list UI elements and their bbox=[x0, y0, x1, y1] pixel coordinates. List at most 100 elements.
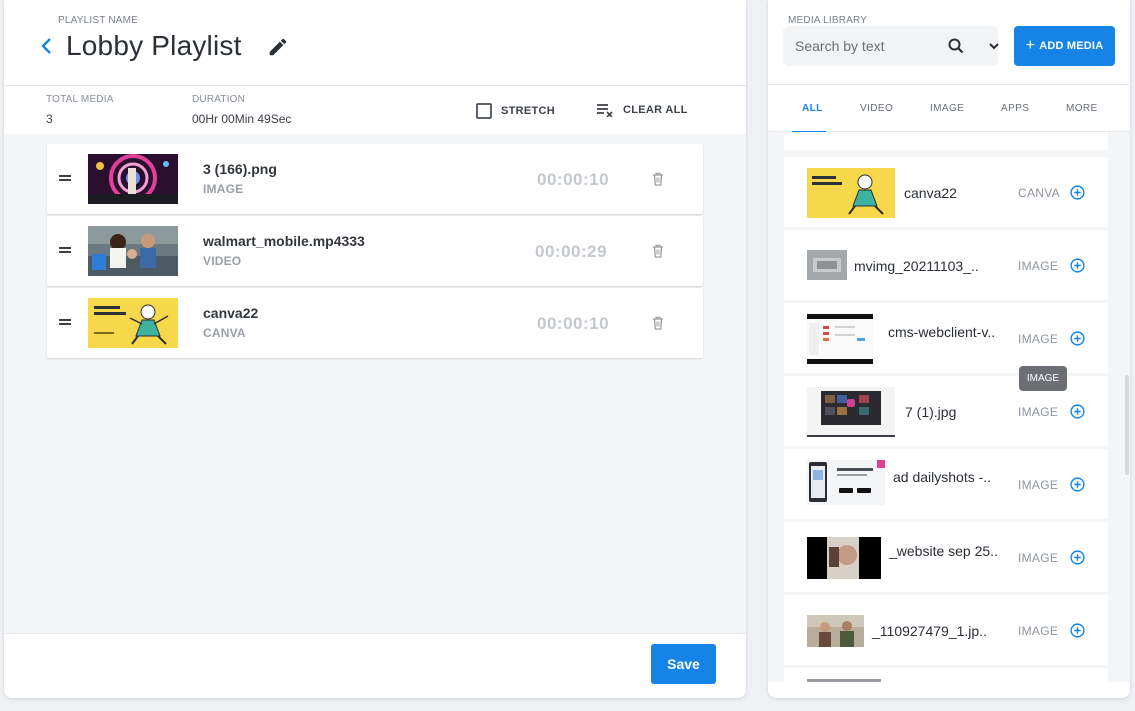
media-library-label: MEDIA LIBRARY bbox=[788, 15, 868, 26]
media-name: canva22 bbox=[904, 185, 957, 201]
media-thumbnail bbox=[807, 615, 864, 647]
item-thumbnail bbox=[88, 226, 178, 276]
media-type: CANVA bbox=[1018, 186, 1060, 200]
media-type: IMAGE bbox=[1018, 478, 1059, 492]
playlist-panel: PLAYLIST NAME Lobby Playlist TOTAL MEDIA… bbox=[4, 0, 746, 698]
delete-button[interactable] bbox=[652, 172, 664, 186]
list-item[interactable] bbox=[784, 132, 1108, 150]
media-type: IMAGE bbox=[1018, 259, 1059, 273]
list-item[interactable]: mvimg_20211103_.. IMAGE bbox=[784, 230, 1108, 300]
back-button[interactable] bbox=[36, 34, 56, 58]
save-button[interactable]: Save bbox=[651, 644, 716, 684]
list-item[interactable]: _website sep 25.. IMAGE bbox=[784, 522, 1108, 592]
item-duration: 00:00:10 bbox=[537, 314, 610, 333]
item-type: IMAGE bbox=[203, 182, 244, 196]
clear-all-label: CLEAR ALL bbox=[623, 104, 688, 116]
media-name: 7 (1).jpg bbox=[905, 404, 957, 420]
media-thumbnail bbox=[807, 460, 885, 505]
media-name: _110927479_1.jp.. bbox=[872, 623, 987, 639]
chevron-left-icon bbox=[41, 38, 51, 54]
clear-list-icon bbox=[597, 104, 613, 117]
item-name: canva22 bbox=[203, 305, 259, 321]
add-circle-icon[interactable] bbox=[1070, 258, 1085, 273]
media-library-panel: MEDIA LIBRARY + ADD MEDIA ALL VIDEO IMAG… bbox=[768, 0, 1130, 698]
trash-icon bbox=[653, 316, 663, 330]
chevron-down-icon[interactable] bbox=[988, 41, 1000, 51]
stretch-toggle[interactable]: STRETCH bbox=[476, 103, 555, 119]
add-circle-icon[interactable] bbox=[1070, 477, 1085, 492]
plus-icon: + bbox=[1025, 37, 1036, 54]
drag-handle-icon[interactable] bbox=[59, 175, 71, 183]
playlist-title: Lobby Playlist bbox=[66, 30, 242, 61]
media-name: mvimg_20211103_.. bbox=[854, 258, 979, 274]
duration-value: 00Hr 00Min 49Sec bbox=[192, 112, 292, 126]
item-type: CANVA bbox=[203, 326, 246, 340]
stretch-checkbox[interactable] bbox=[476, 103, 492, 119]
media-type: IMAGE bbox=[1018, 405, 1059, 419]
drag-handle-icon[interactable] bbox=[59, 319, 71, 327]
list-item[interactable]: ad dailyshots -.. IMAGE bbox=[784, 449, 1108, 519]
media-thumbnail bbox=[807, 387, 895, 437]
add-circle-icon[interactable] bbox=[1070, 623, 1085, 638]
add-media-button[interactable]: + ADD MEDIA bbox=[1014, 26, 1115, 66]
item-duration: 00:00:29 bbox=[535, 242, 608, 261]
add-circle-icon[interactable] bbox=[1070, 404, 1085, 419]
list-item[interactable]: cms-webclient-v.. IMAGE bbox=[784, 303, 1108, 373]
search-box bbox=[783, 26, 1000, 66]
media-thumbnail bbox=[807, 314, 873, 364]
media-type: IMAGE bbox=[1018, 551, 1059, 565]
tab-image[interactable]: IMAGE bbox=[930, 103, 964, 114]
duration-label: DURATION bbox=[192, 94, 246, 105]
media-type: IMAGE bbox=[1018, 332, 1059, 346]
add-circle-icon[interactable] bbox=[1070, 185, 1085, 200]
stretch-label: STRETCH bbox=[501, 105, 556, 117]
list-item[interactable]: canva22 CANVA bbox=[784, 157, 1108, 227]
tab-more[interactable]: MORE bbox=[1066, 103, 1098, 114]
tab-all[interactable]: ALL bbox=[802, 103, 823, 114]
item-name: 3 (166).png bbox=[203, 161, 277, 177]
item-duration: 00:00:10 bbox=[537, 170, 610, 189]
playlist-name-label: PLAYLIST NAME bbox=[58, 15, 139, 26]
media-library-list: canva22 CANVA mvimg_20211103_.. IMAGE cm… bbox=[768, 132, 1130, 682]
media-type: IMAGE bbox=[1018, 624, 1059, 638]
item-type: VIDEO bbox=[203, 254, 242, 268]
media-thumbnail bbox=[807, 537, 881, 579]
playlist-item[interactable]: walmart_mobile.mp4333 VIDEO 00:00:29 bbox=[47, 216, 703, 286]
add-circle-icon[interactable] bbox=[1070, 331, 1085, 346]
search-input[interactable] bbox=[795, 36, 925, 56]
media-thumbnail bbox=[807, 168, 895, 218]
item-thumbnail bbox=[88, 154, 178, 204]
trash-icon bbox=[653, 244, 663, 258]
trash-icon bbox=[653, 172, 663, 186]
pencil-icon bbox=[269, 38, 287, 56]
media-type-tabs: ALL VIDEO IMAGE APPS MORE bbox=[768, 84, 1130, 133]
clear-all-button[interactable]: CLEAR ALL bbox=[596, 103, 688, 117]
media-name: ad dailyshots -.. bbox=[893, 469, 992, 485]
playlist-header: PLAYLIST NAME Lobby Playlist bbox=[4, 0, 746, 86]
delete-button[interactable] bbox=[652, 316, 664, 330]
add-media-label: ADD MEDIA bbox=[1039, 40, 1104, 52]
edit-title-button[interactable] bbox=[267, 36, 289, 58]
tab-video[interactable]: VIDEO bbox=[860, 103, 893, 114]
media-thumbnail bbox=[807, 250, 847, 280]
item-thumbnail bbox=[88, 298, 178, 348]
playlist-item[interactable]: 3 (166).png IMAGE 00:00:10 bbox=[47, 144, 703, 214]
media-name: _website sep 25.. bbox=[889, 543, 998, 559]
list-item[interactable]: _110927479_1.jp.. IMAGE bbox=[784, 595, 1108, 665]
media-thumbnail bbox=[807, 679, 881, 682]
search-icon[interactable] bbox=[948, 38, 964, 54]
media-name: cms-webclient-v.. bbox=[888, 324, 996, 340]
total-media-value: 3 bbox=[46, 112, 53, 126]
playlist-footer: Save bbox=[4, 633, 746, 698]
total-media-label: TOTAL MEDIA bbox=[46, 94, 114, 105]
tab-apps[interactable]: APPS bbox=[1001, 103, 1029, 114]
library-scrollbar[interactable] bbox=[1125, 375, 1129, 475]
delete-button[interactable] bbox=[652, 244, 664, 258]
drag-handle-icon[interactable] bbox=[59, 247, 71, 255]
item-name: walmart_mobile.mp4333 bbox=[203, 233, 365, 249]
playlist-stats: TOTAL MEDIA 3 DURATION 00Hr 00Min 49Sec … bbox=[4, 86, 746, 134]
type-tooltip: IMAGE bbox=[1019, 366, 1067, 391]
playlist-item[interactable]: canva22 CANVA 00:00:10 bbox=[47, 288, 703, 358]
add-circle-icon[interactable] bbox=[1070, 550, 1085, 565]
list-item[interactable] bbox=[784, 668, 1108, 682]
